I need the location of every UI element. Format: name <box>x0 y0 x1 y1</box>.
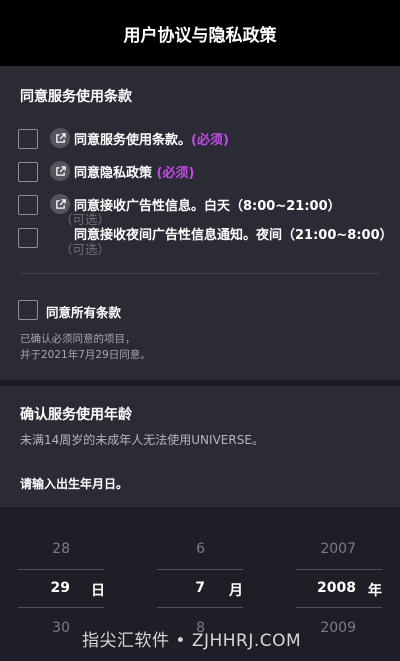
day-selection-line <box>18 607 104 608</box>
terms-section-heading: 同意服务使用条款 <box>20 89 132 105</box>
age-section-heading: 确认服务使用年龄 <box>20 407 132 423</box>
year-prev-value[interactable]: 2007 <box>316 541 356 557</box>
month-selection-line <box>157 569 243 570</box>
page-title: 用户协议与隐私政策 <box>123 25 277 46</box>
service-terms-checkbox[interactable] <box>18 129 38 149</box>
night-ads-label: 同意接收夜间广告性信息通知。夜间（21:00~8:00） <box>74 228 393 243</box>
age-confirm-section: 确认服务使用年龄 未满14周岁的未成年人无法使用UNIVERSE。 请输入出生年… <box>0 386 400 507</box>
day-ads-label: 同意接收广告性信息。白天（8:00~21:00） <box>74 199 341 214</box>
service-terms-label: 同意服务使用条款。(必须) <box>74 133 229 148</box>
year-selection-line <box>296 569 382 570</box>
term-row-service: 同意服务使用条款。(必须) <box>18 128 393 152</box>
watermark-text: 指尖汇软件 • ZJHHRJ.COM <box>82 631 302 651</box>
birthdate-prompt: 请输入出生年月日。 <box>20 477 129 491</box>
month-prev-value[interactable]: 6 <box>165 541 205 557</box>
month-selection-line <box>157 607 243 608</box>
privacy-policy-checkbox[interactable] <box>18 162 38 182</box>
year-selection-line <box>296 607 382 608</box>
night-ads-optional-note: （可选） <box>60 242 111 257</box>
privacy-policy-label: 同意隐私政策 (必须) <box>74 166 195 181</box>
year-selected-value[interactable]: 2008 <box>316 580 356 596</box>
external-link-icon[interactable] <box>50 128 70 148</box>
required-tag: (必须) <box>156 166 195 181</box>
month-unit: 月 <box>229 583 243 599</box>
app-header: 用户协议与隐私政策 <box>0 0 400 66</box>
external-link-icon[interactable] <box>50 161 70 181</box>
terms-agreement-section: 同意服务使用条款 同意服务使用条款。(必须) 同意隐私政策 (必须) 同意接收广… <box>0 66 400 380</box>
term-row-privacy: 同意隐私政策 (必须) <box>18 161 393 185</box>
day-selected-value[interactable]: 29 <box>30 580 70 596</box>
day-selection-line <box>18 569 104 570</box>
day-next-value[interactable]: 30 <box>30 620 70 636</box>
agree-all-checkbox[interactable] <box>18 300 38 320</box>
month-selected-value[interactable]: 7 <box>165 580 205 596</box>
day-prev-value[interactable]: 28 <box>30 541 70 557</box>
day-unit: 日 <box>91 583 105 599</box>
agree-all-row[interactable]: 同意所有条款 <box>18 299 318 323</box>
divider <box>20 273 380 274</box>
required-tag: (必须) <box>191 133 229 148</box>
night-ads-checkbox[interactable] <box>18 228 38 248</box>
birthdate-picker[interactable]: 28 29 日 30 6 7 月 8 2007 2008 年 2009 指尖汇软… <box>0 507 400 661</box>
confirm-note: 已确认必须同意的项目， 并于2021年7月29日同意。 <box>20 333 151 361</box>
agree-all-label: 同意所有条款 <box>46 305 122 320</box>
day-ads-checkbox[interactable] <box>18 195 38 215</box>
year-unit: 年 <box>368 583 382 599</box>
year-next-value[interactable]: 2009 <box>316 620 356 636</box>
age-restriction-text: 未满14周岁的未成年人无法使用UNIVERSE。 <box>20 433 264 447</box>
